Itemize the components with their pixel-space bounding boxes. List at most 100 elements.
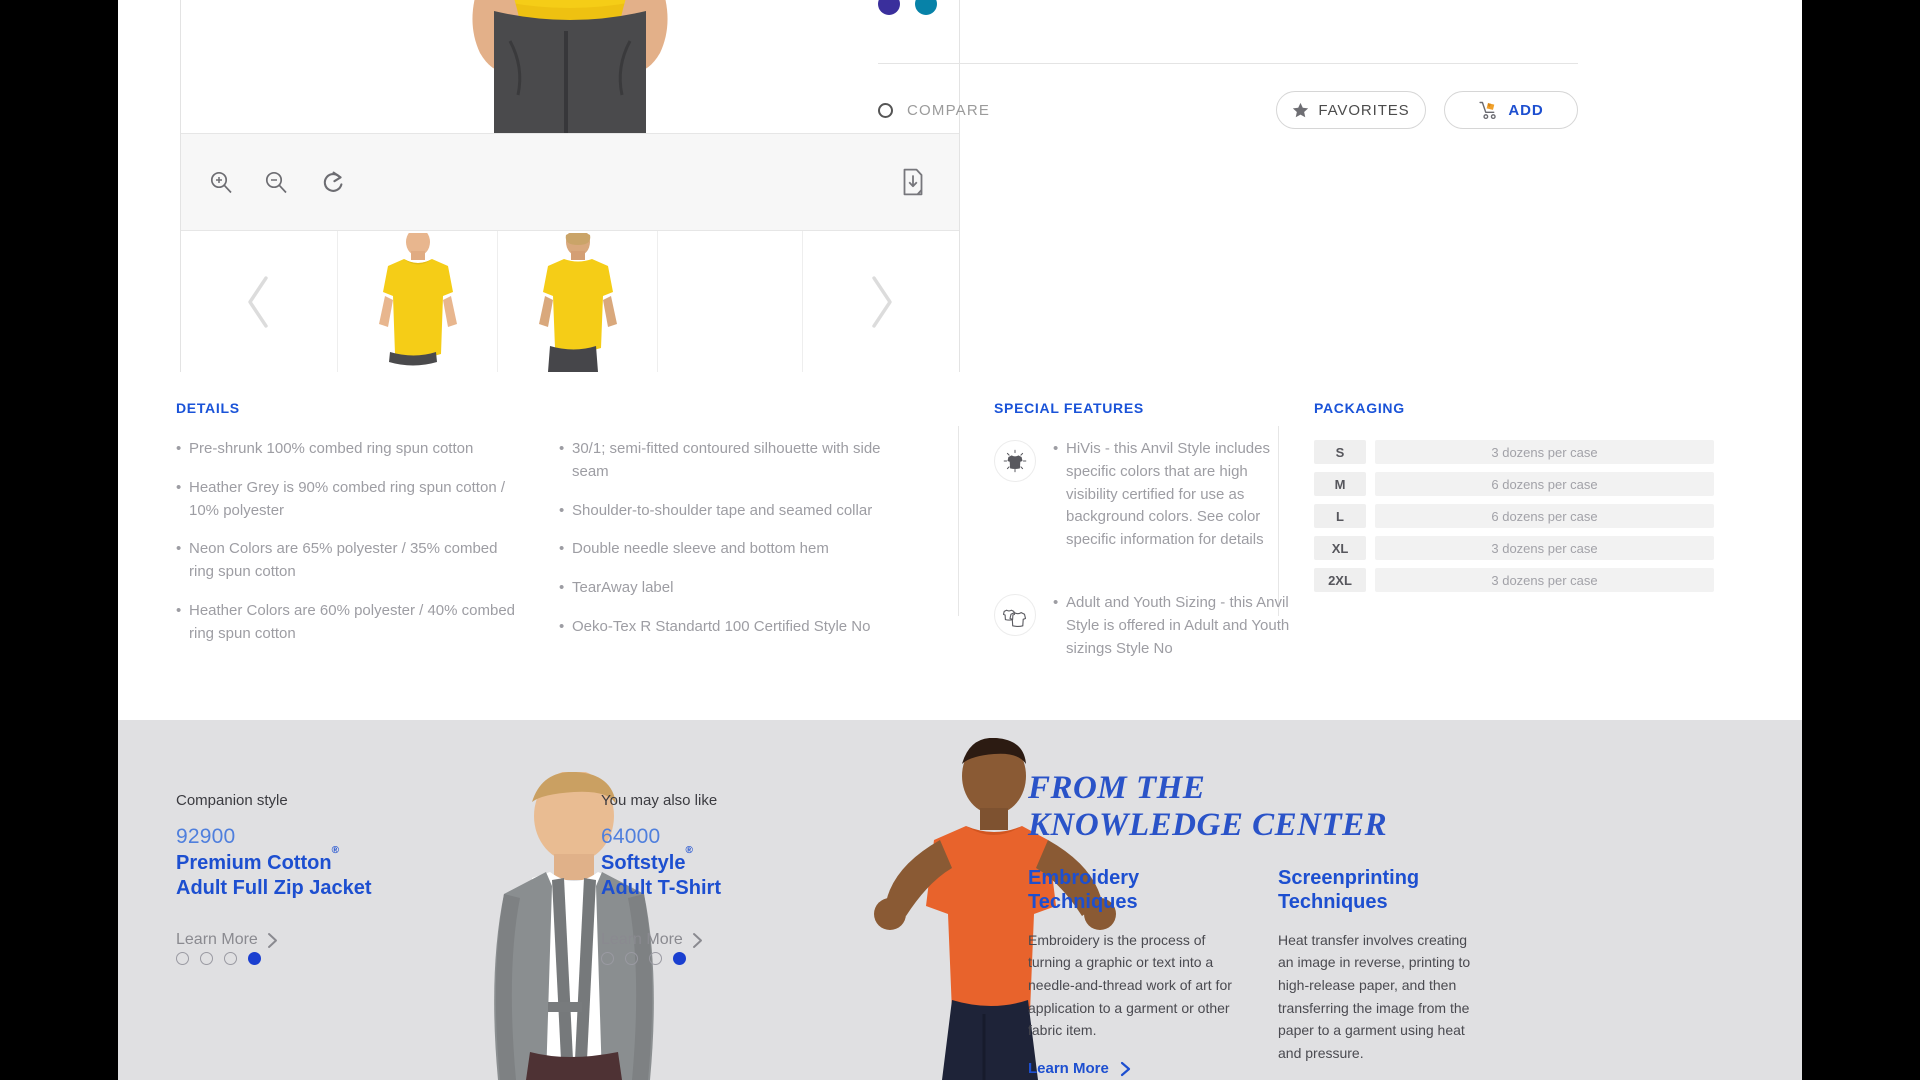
- panel-divider: [878, 63, 1578, 64]
- bullet-text: Heather Colors are 60% polyester / 40% c…: [189, 601, 516, 642]
- promo-style-number: 64000: [601, 825, 661, 848]
- thumbnail-back[interactable]: [498, 231, 658, 372]
- chevron-right-icon: [872, 275, 892, 328]
- bullet-text: Double needle sleeve and bottom hem: [572, 540, 829, 558]
- kc-learn-more-label: Learn More: [1028, 1060, 1109, 1078]
- kc-learn-more-link[interactable]: Learn More: [1028, 1060, 1131, 1077]
- list-item: • Pre-shrunk 100% combed ring spun cotton: [176, 438, 521, 461]
- list-item: • Adult and Youth Sizing - this Anvil Sty…: [994, 592, 1294, 676]
- carousel-next-button[interactable]: [802, 231, 959, 372]
- promo-title-line-1: Premium Cotton: [176, 852, 332, 874]
- list-item: • TearAway label: [559, 577, 904, 600]
- zoom-out-icon[interactable]: [256, 162, 296, 202]
- promo-learn-more-link[interactable]: Learn More: [601, 931, 703, 949]
- promo-title-line-1: Softstyle: [601, 852, 686, 874]
- bullet-text: 30/1; semi-fitted contoured silhouette w…: [572, 440, 881, 480]
- chevron-right-icon: [1120, 1061, 1130, 1076]
- companion-style-card: Companion style 92900 Premium Cotton® Ad…: [176, 792, 372, 949]
- packaging-block: PACKAGING S 3 dozens per case M 6 dozens…: [1314, 400, 1714, 600]
- tshirt-back-thumbnail: [525, 233, 630, 372]
- column-divider-1: [958, 426, 959, 616]
- list-item: • 30/1; semi-fitted contoured silhouette …: [559, 438, 904, 484]
- special-feature-text: Adult and Youth Sizing - this Anvil Styl…: [1066, 593, 1290, 657]
- table-row: 2XL 3 dozens per case: [1314, 568, 1714, 592]
- list-item: • Heather Colors are 60% polyester / 40% …: [176, 600, 521, 646]
- compare-toggle[interactable]: COMPARE: [878, 102, 990, 119]
- carousel-dot-active[interactable]: [248, 952, 261, 965]
- bullet-dot-icon: •: [559, 579, 565, 597]
- chevron-right-icon: [692, 932, 702, 948]
- yellow-tshirt-model-photo: [360, 0, 780, 133]
- kc-title-line-1: FROM THE: [1028, 770, 1206, 806]
- product-gallery: [180, 0, 960, 372]
- color-swatch-purple[interactable]: [878, 0, 900, 15]
- thumbnail-front[interactable]: [338, 231, 498, 372]
- chevron-right-icon: [267, 932, 277, 948]
- table-row: S 3 dozens per case: [1314, 440, 1714, 464]
- details-heading: DETAILS: [176, 400, 240, 416]
- add-to-cart-button[interactable]: ADD: [1444, 91, 1578, 129]
- thumbnail-empty-slot: [658, 231, 802, 372]
- knowledge-card-embroidery: Embroidery Techniques Embroidery is the …: [1028, 866, 1232, 1080]
- packaging-size: XL: [1314, 536, 1366, 560]
- color-swatch-teal[interactable]: [915, 0, 937, 15]
- details-block: DETAILS • Pre-shrunk 100% combed ring spu…: [176, 400, 936, 662]
- promo-kicker: Companion style: [176, 792, 288, 809]
- promo-learn-more-link[interactable]: Learn More: [176, 931, 278, 949]
- favorites-label: FAVORITES: [1318, 101, 1410, 119]
- special-feature-text-wrap: • Adult and Youth Sizing - this Anvil Sty…: [1053, 592, 1294, 676]
- image-toolbar: [181, 133, 959, 231]
- chevron-left-icon: [248, 275, 268, 328]
- favorites-button[interactable]: FAVORITES: [1276, 91, 1426, 129]
- promo-title-sup: ®: [685, 845, 693, 857]
- list-item: • HiVis - this Anvil Style includes speci…: [994, 438, 1294, 568]
- companion-carousel-dots: [176, 952, 261, 965]
- list-item: • Shoulder-to-shoulder tape and seamed co…: [559, 500, 904, 523]
- knowledge-center-title: FROM THE KNOWLEDGE CENTER: [1028, 770, 1668, 844]
- packaging-heading: PACKAGING: [1314, 400, 1405, 416]
- carousel-dot[interactable]: [176, 952, 189, 965]
- carousel-dot[interactable]: [625, 952, 638, 965]
- product-actions-panel: NEW COLORS COMPARE FAVORITES: [878, 0, 1578, 130]
- carousel-dot[interactable]: [224, 952, 237, 965]
- star-icon: [1293, 102, 1309, 117]
- special-feature-text-wrap: • HiVis - this Anvil Style includes speci…: [1053, 438, 1294, 568]
- carousel-dot[interactable]: [601, 952, 614, 965]
- bullet-text: Heather Grey is 90% combed ring spun cot…: [189, 478, 505, 519]
- promo-title: Premium Cotton® Adult Full Zip Jacket: [176, 845, 372, 901]
- hivis-tshirt-icon: [994, 440, 1036, 482]
- bullet-text: Oeko-Tex R Standartd 100 Certified Style…: [572, 617, 871, 635]
- carousel-dot[interactable]: [649, 952, 662, 965]
- hero-image[interactable]: [181, 0, 959, 133]
- special-feature-text: HiVis - this Anvil Style includes specif…: [1066, 440, 1270, 549]
- promo-kicker: You may also like: [601, 792, 718, 809]
- bullet-dot-icon: •: [1053, 593, 1059, 611]
- carousel-dot-active[interactable]: [673, 952, 686, 965]
- compare-label: COMPARE: [907, 101, 991, 119]
- table-row: L 6 dozens per case: [1314, 504, 1714, 528]
- packaging-value: 3 dozens per case: [1375, 536, 1714, 560]
- list-item: • Neon Colors are 65% polyester / 35% com…: [176, 538, 521, 584]
- special-features-heading: SPECIAL FEATURES: [994, 400, 1144, 416]
- promo-style-number: 92900: [176, 825, 236, 848]
- bullet-dot-icon: •: [559, 501, 565, 519]
- bullet-dot-icon: •: [176, 601, 182, 619]
- compare-radio-icon: [878, 102, 893, 118]
- download-document-icon[interactable]: [893, 162, 933, 202]
- also-like-carousel-dots: [601, 952, 686, 965]
- carousel-dot[interactable]: [200, 952, 213, 965]
- rotate-icon[interactable]: [314, 162, 354, 202]
- knowledge-card-screenprinting: Screenprinting Techniques Heat transfer …: [1278, 866, 1482, 1080]
- zoom-in-icon[interactable]: [201, 162, 241, 202]
- list-item: • Heather Grey is 90% combed ring spun co…: [176, 477, 521, 523]
- knowledge-center-block: FROM THE KNOWLEDGE CENTER Embroidery Tec…: [1028, 770, 1668, 1080]
- kc-title-line-2: KNOWLEDGE CENTER: [1028, 806, 1388, 843]
- details-column-1: • Pre-shrunk 100% combed ring spun cotton…: [176, 438, 521, 662]
- promo-title: Softstyle® Adult T-Shirt: [601, 845, 721, 901]
- packaging-size: S: [1314, 440, 1366, 464]
- carousel-prev-button[interactable]: [181, 231, 338, 372]
- packaging-value: 3 dozens per case: [1375, 568, 1714, 592]
- special-features-block: SPECIAL FEATURES • HiVis - this Anvil St…: [994, 400, 1294, 700]
- packaging-size: L: [1314, 504, 1366, 528]
- tshirt-front-thumbnail: [365, 233, 470, 372]
